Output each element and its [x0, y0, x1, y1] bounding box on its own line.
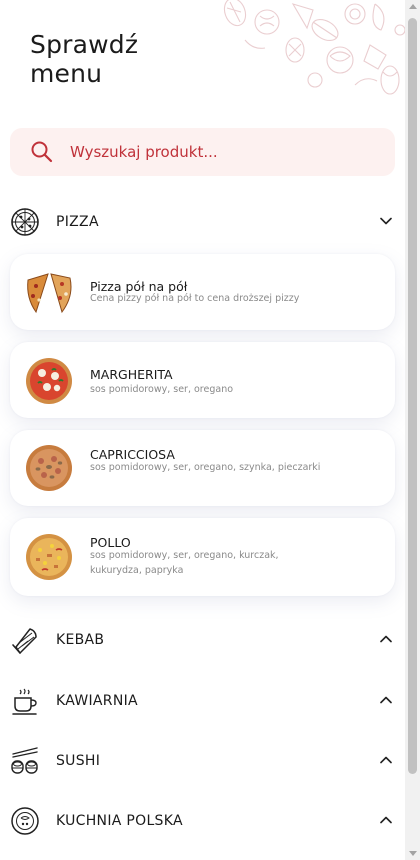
scroll-up-arrow-icon[interactable] — [409, 4, 417, 9]
page-title: Sprawdź menu — [30, 30, 138, 88]
margherita-pizza-image — [26, 358, 72, 404]
category-pizza[interactable]: PIZZA — [10, 202, 395, 242]
scrollbar-thumb[interactable] — [408, 18, 417, 774]
chevron-up-icon[interactable] — [379, 813, 393, 827]
chevron-up-icon[interactable] — [379, 632, 393, 646]
page-title-line2: menu — [30, 59, 103, 88]
food-doodles-decoration — [223, 0, 405, 95]
product-description: sos pomidorowy, ser, oregano, szynka, pi… — [90, 462, 321, 473]
category-label: SUSHI — [56, 753, 101, 769]
coffee-icon — [12, 688, 37, 715]
category-kawiarnia[interactable]: KAWIARNIA — [10, 681, 395, 721]
category-label: PIZZA — [56, 214, 99, 230]
product-card[interactable]: CAPRICCIOSA sos pomidorowy, ser, oregano… — [10, 430, 395, 506]
product-card[interactable]: POLLO sos pomidorowy, ser, oregano, kurc… — [10, 518, 395, 596]
product-card[interactable]: Pizza pół na pół Cena pizzy pół na pół t… — [10, 254, 395, 330]
product-name: MARGHERITA — [90, 367, 173, 382]
category-label: KAWIARNIA — [56, 693, 138, 709]
pizza-half-half-image — [27, 273, 72, 314]
category-sushi[interactable]: SUSHI — [10, 741, 395, 781]
menu-page: Sprawdź menu PIZZA — [0, 0, 405, 860]
plate-icon — [11, 807, 39, 835]
kebab-icon — [12, 628, 37, 654]
category-label: KEBAB — [56, 632, 105, 648]
sushi-icon — [11, 747, 38, 774]
pollo-pizza-image — [26, 534, 72, 580]
chevron-up-icon[interactable] — [379, 753, 393, 767]
product-description: Cena pizzy pół na pół to cena droższej p… — [90, 293, 300, 304]
product-card[interactable]: MARGHERITA sos pomidorowy, ser, oregano — [10, 342, 395, 418]
page-title-line1: Sprawdź — [30, 30, 139, 59]
vertical-scrollbar[interactable] — [405, 0, 420, 860]
category-kebab[interactable]: KEBAB — [10, 620, 395, 660]
chevron-up-icon[interactable] — [379, 693, 393, 707]
category-label: KUCHNIA POLSKA — [56, 813, 183, 829]
search-icon[interactable] — [30, 140, 54, 164]
product-description: sos pomidorowy, ser, oregano, kurczak, k… — [90, 550, 279, 576]
category-kuchnia-polska[interactable]: KUCHNIA POLSKA — [10, 801, 395, 841]
chevron-down-icon[interactable] — [379, 214, 393, 228]
pizza-icon — [11, 208, 39, 236]
capricciosa-pizza-image — [26, 445, 72, 491]
search-input[interactable] — [70, 143, 370, 161]
search-bar[interactable] — [10, 128, 395, 176]
product-description: sos pomidorowy, ser, oregano — [90, 384, 234, 395]
scroll-down-arrow-icon[interactable] — [409, 851, 417, 856]
